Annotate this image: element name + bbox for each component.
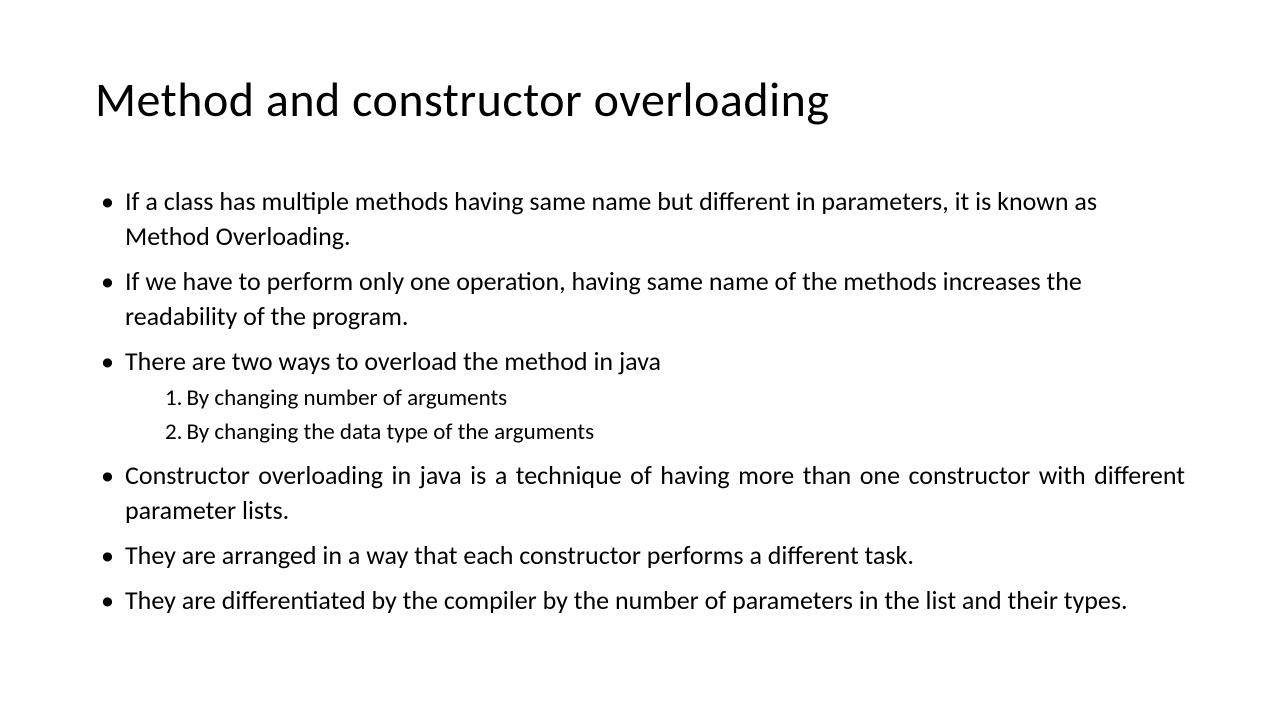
slide-content: If a class has multiple methods having s… xyxy=(95,184,1185,618)
sublist-item: 1.By changing number of arguments xyxy=(165,383,1185,414)
bullet-item: If a class has multiple methods having s… xyxy=(125,184,1185,254)
bullet-item: They are differentiated by the compiler … xyxy=(125,583,1185,618)
numbered-sublist: 1.By changing number of arguments 2.By c… xyxy=(125,383,1185,447)
bullet-item: There are two ways to overload the metho… xyxy=(125,344,1185,447)
sublist-text: By changing the data type of the argumen… xyxy=(186,418,594,446)
sublist-item: 2.By changing the data type of the argum… xyxy=(165,417,1185,448)
sublist-text: By changing number of arguments xyxy=(186,384,507,412)
bullet-item: If we have to perform only one operation… xyxy=(125,264,1185,334)
bullet-list: If a class has multiple methods having s… xyxy=(95,184,1185,618)
bullet-text: There are two ways to overload the metho… xyxy=(125,345,661,377)
bullet-item: They are arranged in a way that each con… xyxy=(125,538,1185,573)
sublist-number: 2. xyxy=(165,418,182,446)
bullet-item: Constructor overloading in java is a tec… xyxy=(125,458,1185,528)
sublist-number: 1. xyxy=(165,384,182,412)
slide-title: Method and constructor overloading xyxy=(95,70,1185,129)
